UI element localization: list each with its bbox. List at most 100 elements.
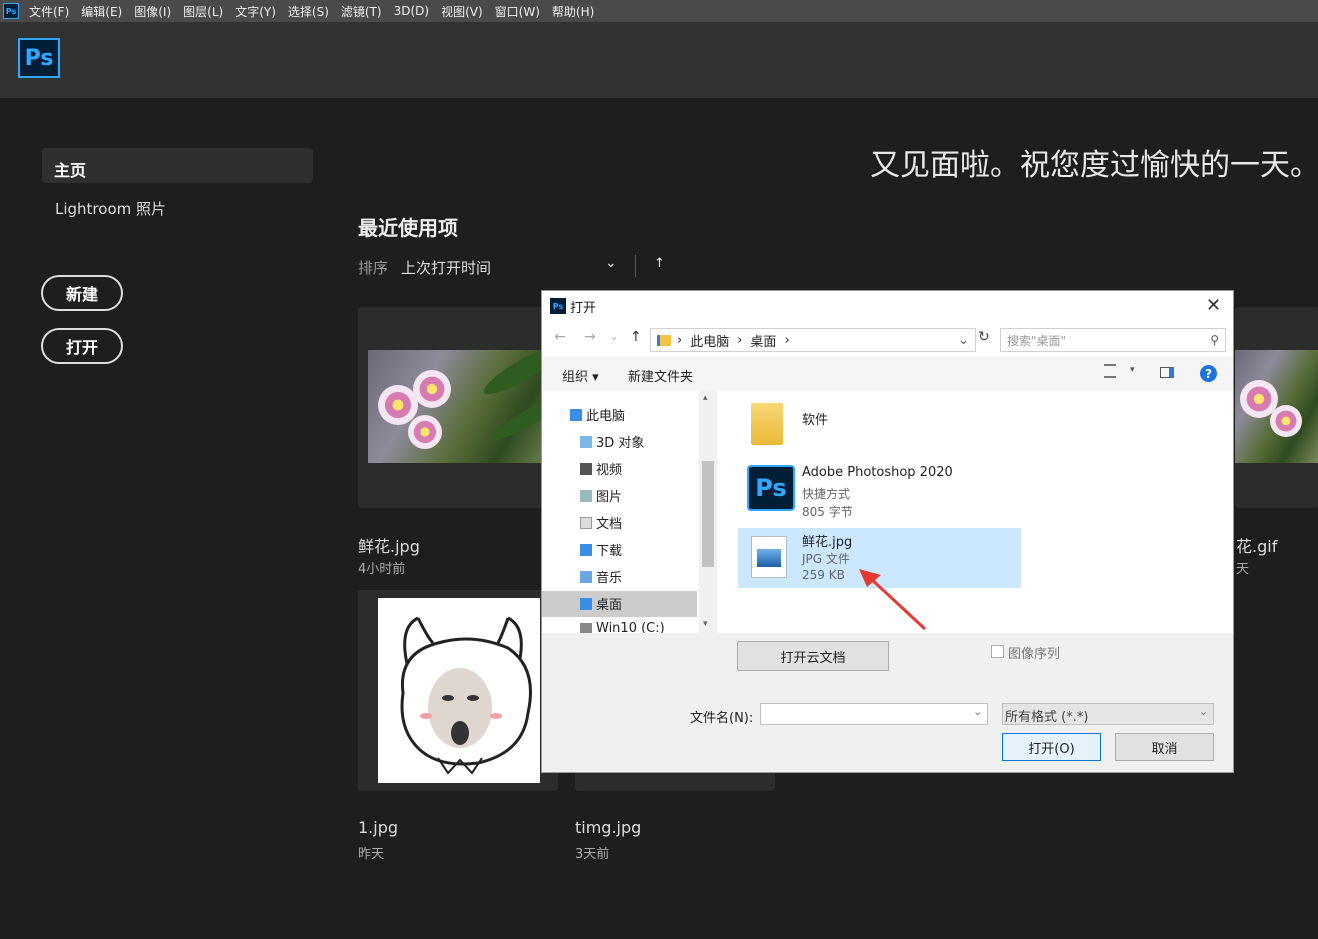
tree-item-downloads[interactable]: 下载: [580, 540, 622, 559]
view-options-icon[interactable]: [1104, 364, 1116, 378]
menu-3d[interactable]: 3D(D): [394, 4, 429, 18]
back-arrow-icon[interactable]: ←: [554, 329, 566, 345]
recent-file-card[interactable]: [358, 590, 558, 791]
tree-item-desktop[interactable]: 桌面: [580, 594, 622, 613]
tree-item-this-pc[interactable]: 此电脑: [570, 405, 625, 424]
search-icon: ⚲: [1210, 333, 1219, 347]
menu-image[interactable]: 图像(I): [134, 3, 171, 20]
chevron-down-icon[interactable]: ⌄: [973, 705, 982, 718]
menu-view[interactable]: 视图(V): [441, 3, 483, 20]
image-sequence-checkbox[interactable]: [991, 645, 1004, 658]
dialog-footer: 打开云文档 图像序列 文件名(N): ⌄ 所有格式 (*.*) ⌄ 打开(O) …: [542, 633, 1233, 772]
drive-icon: [580, 622, 592, 633]
recent-file-card[interactable]: [1235, 307, 1318, 508]
new-button[interactable]: 新建: [41, 275, 123, 311]
dialog-titlebar[interactable]: Ps 打开: [542, 291, 1233, 321]
menu-layer[interactable]: 图层(L): [183, 3, 223, 20]
video-icon: [580, 462, 592, 475]
cube-icon: [580, 435, 592, 448]
recent-title: 最近使用项: [358, 216, 458, 240]
app-header: [0, 22, 1318, 98]
file-item-name[interactable]: 鲜花.jpg: [802, 531, 852, 550]
recent-file-time: 天: [1236, 562, 1250, 577]
meme-face-image: [400, 616, 532, 775]
sort-ascending-icon[interactable]: ↑: [654, 256, 665, 271]
image-file-icon: [751, 536, 787, 578]
open-confirm-button[interactable]: 打开(O): [1002, 733, 1101, 761]
chevron-down-icon[interactable]: ⌄: [605, 255, 617, 271]
close-icon[interactable]: ✕: [1206, 295, 1221, 316]
dialog-toolbar: 组织 ▾ 新建文件夹 ▾ ?: [542, 357, 1233, 391]
recent-file-card[interactable]: [358, 307, 558, 508]
thumbnail-meme: [378, 598, 540, 783]
forward-arrow-icon[interactable]: →: [584, 329, 596, 345]
recent-file-name[interactable]: 花.gif: [1236, 533, 1277, 557]
nav-home[interactable]: 主页: [42, 148, 313, 183]
tree-item-drive-c[interactable]: Win10 (C:): [580, 621, 665, 633]
recent-locations-icon[interactable]: ⌄: [610, 332, 618, 343]
chevron-down-icon[interactable]: ▾: [1130, 365, 1135, 375]
help-icon[interactable]: ?: [1200, 365, 1217, 382]
recent-file-name[interactable]: 鲜花.jpg: [358, 533, 420, 557]
tree-item-3d-objects[interactable]: 3D 对象: [580, 432, 644, 451]
recent-file-time: 3天前: [575, 847, 610, 862]
menu-type[interactable]: 文字(Y): [235, 3, 276, 20]
folder-icon: [657, 334, 671, 346]
recent-file-name[interactable]: timg.jpg: [575, 818, 641, 837]
thumbnail-flower: [1235, 350, 1318, 463]
dialog-title: 打开: [570, 300, 597, 316]
tree-item-videos[interactable]: 视频: [580, 459, 622, 478]
recent-file-time: 4小时前: [358, 562, 406, 577]
breadcrumb-desktop[interactable]: 桌面: [750, 331, 776, 350]
document-icon: [580, 516, 592, 529]
sort-label: 排序: [358, 259, 389, 277]
open-file-dialog: Ps 打开 ✕ ← → ⌄ ↑ › 此电脑 › 桌面 › ⌄ ↻ 搜索"桌面" …: [541, 290, 1234, 773]
ps-app-icon: Ps: [550, 298, 566, 314]
file-item-size: 259 KB: [802, 568, 845, 582]
nav-lightroom[interactable]: Lightroom 照片: [55, 198, 166, 219]
refresh-icon[interactable]: ↻: [978, 329, 990, 345]
address-bar[interactable]: › 此电脑 › 桌面 › ⌄: [650, 328, 976, 352]
menu-edit[interactable]: 编辑(E): [81, 3, 122, 20]
open-cloud-document-button[interactable]: 打开云文档: [737, 641, 889, 671]
photoshop-logo[interactable]: Ps: [18, 38, 60, 78]
tree-scrollbar[interactable]: ▴ ▾: [699, 391, 717, 633]
organize-menu[interactable]: 组织 ▾: [562, 366, 599, 385]
filename-label: 文件名(N):: [690, 711, 754, 726]
cancel-button[interactable]: 取消: [1115, 733, 1214, 761]
red-arrow-annotation: [859, 569, 927, 631]
welcome-text: 又见面啦。祝您度过愉快的一天。: [870, 148, 1318, 183]
tree-item-pictures[interactable]: 图片: [580, 486, 622, 505]
file-item-type: JPG 文件: [802, 552, 850, 566]
open-button[interactable]: 打开: [41, 328, 123, 364]
menu-file[interactable]: 文件(F): [29, 3, 69, 20]
preview-pane-icon[interactable]: [1160, 367, 1174, 378]
file-item-name[interactable]: Adobe Photoshop 2020: [802, 465, 953, 480]
recent-file-time: 昨天: [358, 847, 385, 862]
sort-dropdown[interactable]: 上次打开时间: [401, 257, 491, 278]
chevron-down-icon[interactable]: ⌄: [958, 333, 969, 348]
recent-file-name[interactable]: 1.jpg: [358, 818, 398, 837]
filename-input[interactable]: ⌄: [760, 703, 988, 725]
tree-item-documents[interactable]: 文档: [580, 513, 622, 532]
thumbnail-flower: [368, 350, 558, 463]
menu-filter[interactable]: 滤镜(T): [341, 3, 382, 20]
ps-app-icon: Ps: [3, 3, 19, 19]
folder-icon: [751, 403, 783, 445]
file-format-select[interactable]: 所有格式 (*.*) ⌄: [1002, 703, 1214, 725]
navigation-tree: 此电脑 3D 对象 视频 图片 文档 下载 音乐 桌面 Win10 (C:): [542, 391, 717, 633]
search-input[interactable]: 搜索"桌面" ⚲: [1000, 328, 1226, 352]
menu-window[interactable]: 窗口(W): [495, 3, 540, 20]
tree-item-music[interactable]: 音乐: [580, 567, 622, 586]
divider: [635, 255, 636, 277]
menu-select[interactable]: 选择(S): [288, 3, 329, 20]
download-icon: [580, 543, 592, 556]
up-arrow-icon[interactable]: ↑: [630, 329, 642, 345]
breadcrumb-this-pc[interactable]: 此电脑: [690, 331, 729, 350]
new-folder-button[interactable]: 新建文件夹: [628, 366, 693, 385]
file-item-name[interactable]: 软件: [802, 409, 828, 428]
picture-icon: [580, 489, 592, 502]
file-item-type: 快捷方式: [802, 487, 851, 501]
music-icon: [580, 570, 592, 583]
menu-help[interactable]: 帮助(H): [552, 3, 594, 20]
